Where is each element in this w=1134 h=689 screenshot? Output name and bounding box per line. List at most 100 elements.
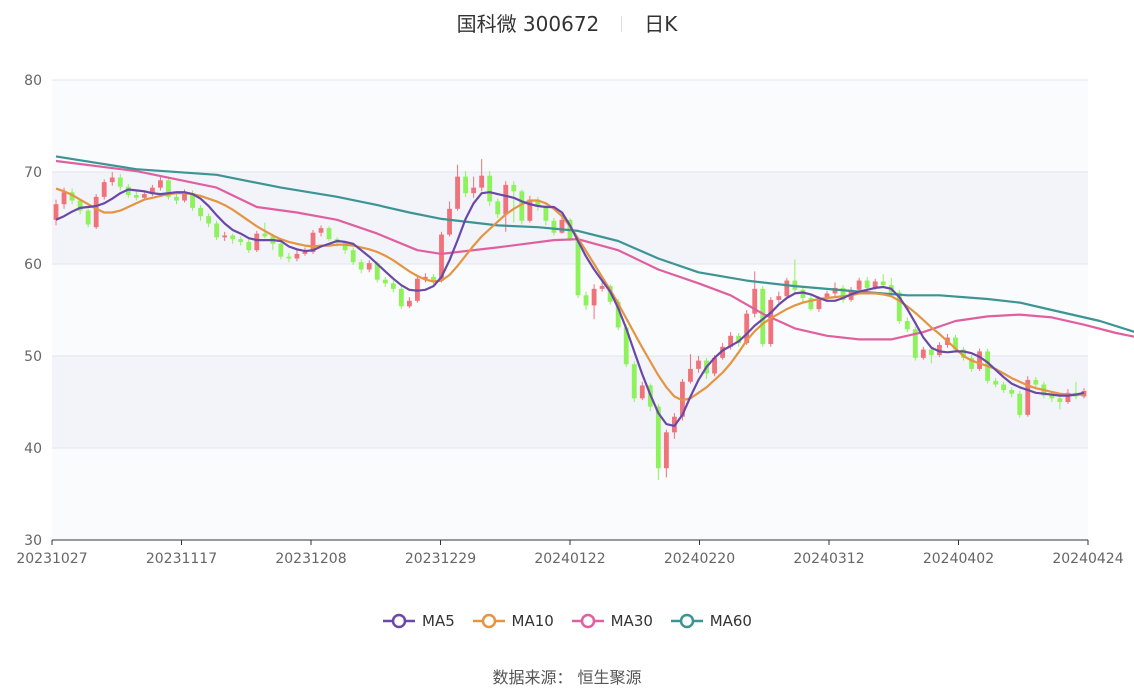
x-tick-label: 20240402: [923, 551, 994, 567]
plot-band: [52, 264, 1088, 356]
candle-body: [688, 368, 693, 382]
candle-body: [222, 235, 228, 238]
y-tick-label: 60: [24, 257, 42, 273]
data-source: 数据来源： 恒生聚源: [492, 668, 642, 687]
candle-body: [294, 253, 300, 259]
kline-chart[interactable]: 30 40 50 60 70 80 20231027 20231117 20231208 2023…: [0, 0, 1134, 600]
candle-body: [503, 184, 509, 215]
y-tick-label: 40: [24, 441, 42, 457]
candle-body: [471, 187, 477, 194]
legend-label-ma10: MA10: [511, 612, 554, 630]
plot-band: [52, 448, 1088, 540]
candle-body: [920, 349, 926, 358]
candle-body: [447, 208, 452, 235]
candle-body: [61, 192, 67, 205]
candle-body: [1049, 395, 1055, 399]
legend: MA5 MA10 MA30 MA60: [0, 612, 1134, 633]
candle-body: [1001, 384, 1007, 391]
candle-body: [366, 263, 372, 270]
x-tick-label: 20231027: [16, 551, 87, 567]
candle-body: [1017, 393, 1023, 415]
x-tick-label: 20231208: [275, 551, 346, 567]
candle-body: [551, 220, 557, 233]
x-tick-label: 20240312: [793, 551, 864, 567]
candle-body: [262, 233, 268, 237]
y-tick-label: 50: [24, 349, 42, 365]
candle-body: [1057, 398, 1063, 402]
candle-body: [286, 256, 292, 259]
candle-body: [85, 210, 91, 225]
candle-body: [141, 194, 147, 198]
plot-band: [52, 80, 1088, 172]
legend-label-ma60: MA60: [709, 612, 752, 630]
candle-body: [318, 228, 324, 233]
candle-body: [53, 204, 59, 220]
candle-body: [928, 349, 934, 356]
candle-body: [390, 283, 396, 289]
candle-body: [639, 385, 645, 399]
candle-body: [696, 360, 701, 369]
candle-body: [398, 288, 404, 307]
candle-body: [382, 279, 388, 284]
candle-body: [864, 280, 870, 288]
candle-body: [487, 175, 493, 202]
candle-body: [246, 241, 252, 251]
candle-body: [254, 233, 260, 251]
candle-body: [880, 281, 886, 286]
candle-body: [993, 380, 999, 385]
candle-body: [455, 176, 460, 209]
candle-body: [302, 252, 308, 254]
candle-body: [101, 182, 107, 197]
candle-body: [174, 196, 179, 201]
candle-body: [559, 219, 565, 233]
candle-body: [238, 239, 244, 242]
x-tick-label: 20231229: [405, 551, 476, 567]
candle-body: [278, 243, 284, 257]
candle-body: [93, 196, 99, 228]
candle-body: [663, 432, 669, 469]
candle-body: [158, 180, 163, 188]
candle-body: [784, 280, 790, 297]
legend-item-ma60[interactable]: MA60: [670, 612, 752, 630]
candle-body: [543, 206, 549, 221]
candle-body: [198, 207, 203, 217]
candle-body: [495, 201, 501, 215]
x-tick-label: 20240424: [1052, 551, 1123, 567]
candle-body: [599, 286, 605, 289]
candle-body: [768, 299, 774, 345]
candle-body: [350, 250, 356, 263]
legend-item-ma10[interactable]: MA10: [472, 612, 554, 630]
candle-body: [206, 216, 212, 224]
candle-body: [977, 351, 982, 369]
x-tick-label: 20240220: [664, 551, 735, 567]
plot-band: [52, 356, 1088, 448]
candle-body: [133, 195, 139, 198]
candle-body: [406, 300, 412, 307]
y-tick-label: 70: [24, 165, 42, 181]
candle-body: [856, 280, 862, 290]
candle-body: [631, 364, 637, 399]
candle-body: [109, 177, 115, 183]
x-tick-label: 20240122: [534, 551, 605, 567]
candle-body: [1033, 379, 1039, 385]
candle-body: [776, 296, 782, 300]
candle-body: [230, 235, 236, 240]
candle-body: [591, 288, 597, 306]
legend-item-ma30[interactable]: MA30: [571, 612, 653, 630]
legend-item-ma5[interactable]: MA5: [382, 612, 455, 630]
candle-body: [511, 184, 517, 192]
y-tick-label: 80: [24, 73, 42, 89]
candle-body: [575, 239, 581, 296]
candle-body: [1009, 390, 1015, 394]
candle-body: [358, 262, 364, 270]
x-tick-label: 20231117: [146, 551, 217, 567]
candle-body: [117, 177, 123, 187]
candle-body: [479, 175, 485, 188]
legend-label-ma5: MA5: [422, 612, 455, 630]
legend-label-ma30: MA30: [610, 612, 653, 630]
candle-body: [904, 321, 910, 330]
candle-body: [326, 228, 332, 240]
candle-body: [463, 176, 469, 194]
y-tick-label: 30: [24, 533, 42, 549]
candle-body: [583, 295, 589, 306]
